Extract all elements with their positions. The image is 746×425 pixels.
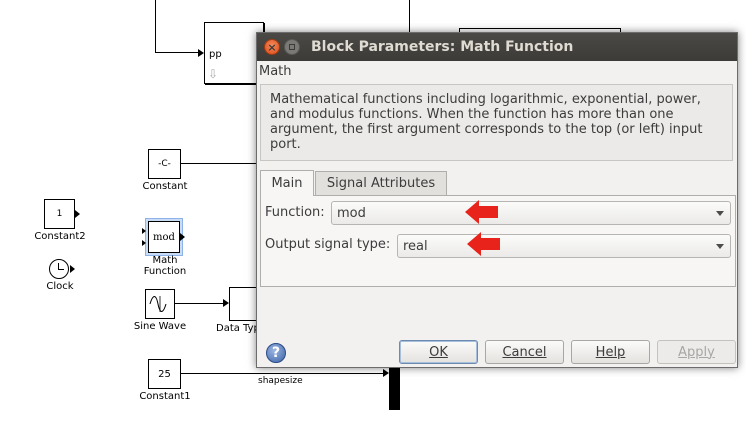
dialog-title: Block Parameters: Math Function <box>311 39 574 55</box>
function-dropdown[interactable]: mod <box>331 201 731 225</box>
constant-label: Constant <box>142 181 188 192</box>
constant2-label: Constant2 <box>34 231 86 242</box>
constant1-label: Constant1 <box>139 391 191 402</box>
math-function-label-line1: Math <box>152 255 178 266</box>
chevron-down-icon <box>716 211 724 216</box>
signal-line[interactable] <box>155 0 156 53</box>
constant-block[interactable]: -C- <box>148 149 181 179</box>
function-value: mod <box>337 205 366 221</box>
apply-button[interactable]: Apply <box>657 340 736 364</box>
math-function-block[interactable]: mod <box>148 221 180 253</box>
chevron-down-icon <box>716 244 724 249</box>
close-button[interactable]: × <box>264 39 280 55</box>
port-arrow-icon <box>75 210 80 218</box>
block-parameters-dialog: × Block Parameters: Math Function Math M… <box>256 32 738 368</box>
bus-block[interactable] <box>389 365 400 410</box>
constant2-block[interactable]: 1 <box>44 199 75 229</box>
clock-label: Clock <box>46 281 74 292</box>
data-type-conversion-block[interactable] <box>229 287 259 321</box>
signal-line[interactable] <box>181 163 257 164</box>
tab-main[interactable]: Main <box>260 170 314 196</box>
minimize-icon <box>289 44 295 50</box>
ok-label: OK <box>429 344 448 360</box>
output-signal-type-label: Output signal type: <box>265 237 391 252</box>
constant-value: -C- <box>158 159 171 169</box>
sine-wave-label: Sine Wave <box>133 321 187 332</box>
annotation-arrow-icon <box>467 232 500 256</box>
ok-button[interactable]: OK <box>399 340 478 364</box>
sine-wave-icon <box>149 296 167 312</box>
signal-line[interactable] <box>175 303 227 304</box>
port-label-pp: pp <box>209 49 222 60</box>
math-function-label-line2: Function <box>143 266 187 277</box>
dialog-titlebar[interactable]: × Block Parameters: Math Function <box>257 33 737 61</box>
constant1-value: 25 <box>158 368 171 380</box>
output-signal-type-value: real <box>403 238 428 254</box>
signal-line[interactable] <box>155 52 201 53</box>
help-icon-glyph: ? <box>271 345 281 361</box>
block-type-label: Math <box>259 64 292 79</box>
description-text: Mathematical functions including logarit… <box>270 92 703 152</box>
constant1-block[interactable]: 25 <box>148 359 181 389</box>
cancel-button[interactable]: Cancel <box>485 340 564 364</box>
port-arrow-icon <box>180 233 185 241</box>
tab-signal-attributes[interactable]: Signal Attributes <box>315 171 447 196</box>
down-arrow-icon: ⇩ <box>208 67 219 81</box>
sine-wave-block[interactable] <box>145 289 175 319</box>
help-label: Help <box>595 344 626 360</box>
apply-label: Apply <box>678 344 715 360</box>
cancel-label: Cancel <box>502 344 547 360</box>
clock-block[interactable] <box>49 259 69 279</box>
signal-line[interactable] <box>181 373 384 374</box>
help-button[interactable]: Help <box>571 340 650 364</box>
constant2-value: 1 <box>56 209 63 219</box>
data-type-label: Data Typ <box>216 323 260 334</box>
port-arrow-icon <box>142 240 146 246</box>
math-function-icon: mod <box>153 231 175 243</box>
output-signal-type-dropdown[interactable]: real <box>397 234 731 258</box>
function-label: Function: <box>265 205 325 220</box>
port-arrow-icon <box>70 265 75 273</box>
help-icon[interactable]: ? <box>266 343 286 363</box>
shapesize-label: shapesize <box>258 376 303 386</box>
subsystem-block[interactable]: pp ⇩ <box>204 22 264 84</box>
annotation-arrow-icon <box>465 200 498 224</box>
port-arrow-icon <box>142 228 146 234</box>
signal-line[interactable] <box>409 0 410 32</box>
clock-hand-icon <box>58 269 64 270</box>
close-icon: × <box>267 40 277 54</box>
description-box: Mathematical functions including logarit… <box>260 84 733 161</box>
minimize-button[interactable] <box>284 39 300 55</box>
